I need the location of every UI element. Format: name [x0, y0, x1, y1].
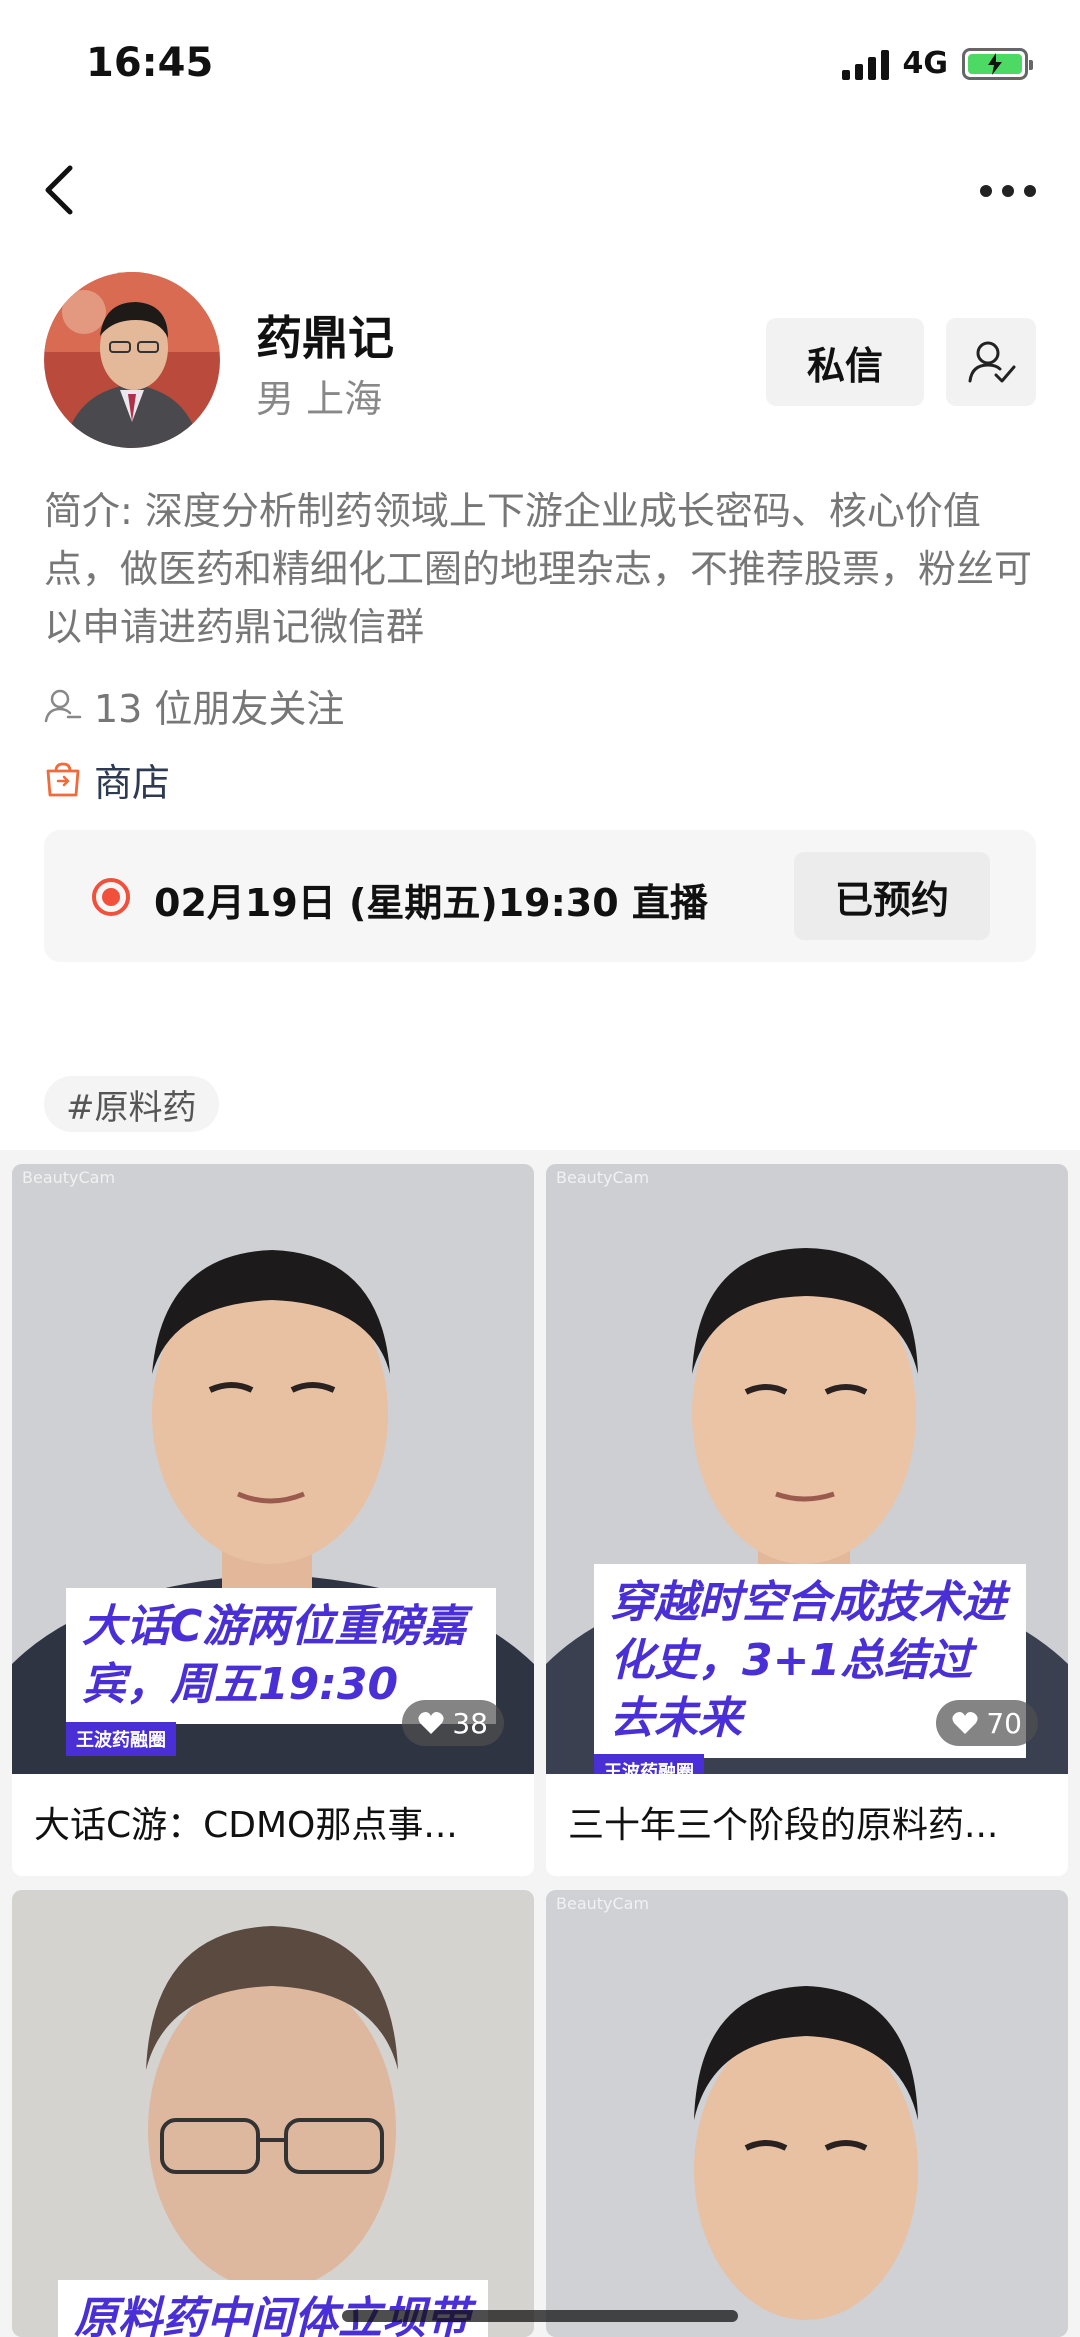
topic-tag[interactable]: #原料药 — [44, 1076, 219, 1132]
post-likes: 38 — [402, 1700, 504, 1746]
live-record-icon — [92, 878, 130, 916]
follow-button[interactable] — [946, 318, 1036, 406]
post-likes-count: 38 — [452, 1706, 488, 1740]
status-time: 16:45 — [86, 40, 214, 86]
reserved-button[interactable]: 已预约 — [794, 852, 990, 940]
post-title: 大话C游：CDMO那点事... — [34, 1805, 458, 1846]
avatar[interactable] — [44, 272, 220, 448]
heart-icon — [418, 1712, 444, 1734]
post-watermark: BeautyCam — [556, 1168, 650, 1187]
shop-label: 商店 — [94, 761, 171, 805]
status-indicators: 4G — [841, 46, 1033, 81]
post-title: 三十年三个阶段的原料药... — [568, 1805, 999, 1846]
profile-meta: 男 上海 — [256, 377, 383, 421]
signal-icon — [841, 48, 889, 80]
battery-icon — [962, 47, 1033, 80]
more-dot — [1024, 185, 1036, 197]
post-watermark: BeautyCam — [22, 1168, 116, 1187]
post-card[interactable]: BeautyCam 大话C游两位重磅嘉宾，周五19:30 王波药融圈 38 大话… — [12, 1164, 534, 1876]
post-brand-label: 王波药融圈 — [66, 1722, 176, 1756]
friends-text: 13 位朋友关注 — [94, 687, 345, 731]
chevron-left-icon — [45, 165, 73, 215]
post-brand-label: 王波药融圈 — [594, 1754, 704, 1774]
post-card[interactable]: 原料药中间体立坝带 — [12, 1890, 534, 2337]
profile-name: 药鼎记 — [256, 311, 394, 365]
more-dot — [1002, 185, 1014, 197]
post-thumbnail: BeautyCam — [546, 1890, 1068, 2337]
post-card[interactable]: BeautyCam 穿越时空合成技术进化史，3+1总结过去未来 王波药融圈 70… — [546, 1164, 1068, 1876]
status-bar: 16:45 4G — [0, 0, 1080, 130]
post-thumbnail: 原料药中间体立坝带 — [12, 1890, 534, 2337]
home-indicator — [342, 2310, 738, 2322]
friends-following[interactable]: 13 位朋友关注 — [44, 678, 344, 733]
profile-bio: 简介: 深度分析制药领域上下游企业成长密码、核心价值点，做医药和精细化工圈的地理… — [44, 489, 1033, 649]
more-button[interactable] — [980, 176, 1040, 206]
message-button[interactable]: 私信 — [766, 318, 924, 406]
shop-link[interactable]: 商店 — [44, 752, 170, 807]
heart-icon — [952, 1712, 978, 1734]
user-check-icon — [968, 341, 1016, 383]
post-thumbnail: BeautyCam 穿越时空合成技术进化史，3+1总结过去未来 王波药融圈 70 — [546, 1164, 1068, 1774]
post-likes-count: 70 — [986, 1706, 1022, 1740]
friends-icon — [44, 689, 82, 722]
more-dot — [980, 185, 992, 197]
post-card[interactable]: BeautyCam — [546, 1890, 1068, 2337]
post-likes: 70 — [936, 1700, 1038, 1746]
post-thumbnail: BeautyCam 大话C游两位重磅嘉宾，周五19:30 王波药融圈 38 — [12, 1164, 534, 1774]
back-button[interactable] — [40, 162, 80, 218]
top-nav — [0, 150, 1080, 230]
post-overlay-text: 原料药中间体立坝带 — [58, 2280, 488, 2337]
network-label: 4G — [902, 46, 949, 81]
live-schedule-card[interactable]: 02月19日 (星期五)19:30 直播 已预约 — [44, 830, 1036, 962]
post-watermark: BeautyCam — [556, 1894, 650, 1913]
live-schedule-text: 02月19日 (星期五)19:30 直播 — [154, 881, 708, 925]
shop-icon — [46, 762, 80, 796]
